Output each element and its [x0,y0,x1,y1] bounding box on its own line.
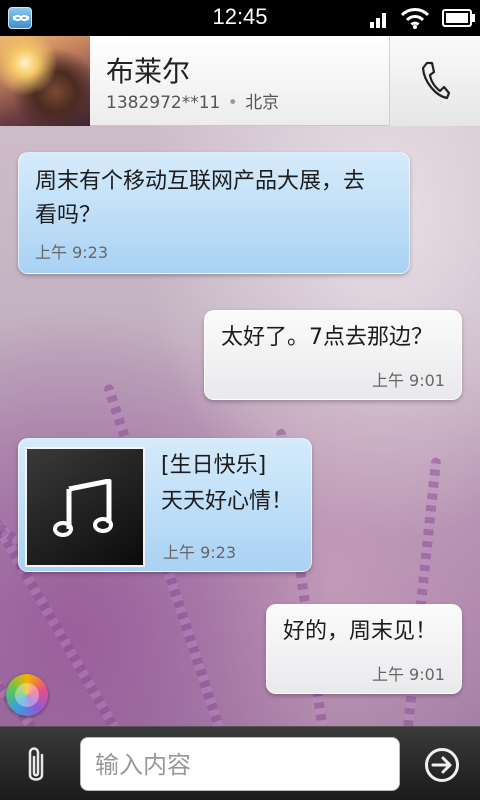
message-bubble-outgoing[interactable]: 太好了。7点去那边？ 上午 9:01 [204,310,462,400]
message-time: 上午 9:01 [371,665,445,684]
phone-icon [421,61,450,100]
message-time: 上午 9:01 [371,371,445,390]
contact-header: 布莱尔 1382972**11 • 北京 [0,36,480,126]
wifi-icon [400,8,430,29]
contact-phone: 1382972**11 [106,93,221,113]
message-bubble-incoming[interactable]: 周末有个移动互联网产品大展，去 看吗？ 上午 9:23 [18,152,410,274]
message-text: 太好了。7点去那边？ [221,325,433,350]
chat-area[interactable]: 周末有个移动互联网产品大展，去 看吗？ 上午 9:23 太好了。7点去那边？ 上午… [0,126,480,726]
signal-icon [370,13,386,28]
message-text: 好的，周末见！ [283,619,438,644]
contact-name: 布莱尔 [106,55,191,88]
contact-info: 1382972**11 • 北京 [106,88,279,113]
call-button[interactable] [389,36,480,126]
music-title: [生日快乐] [161,453,267,478]
music-thumbnail[interactable] [25,447,145,567]
colorful-menu-icon[interactable] [6,674,48,716]
music-message-bubble[interactable]: [生日快乐] 天天好心情！ 上午 9:23 [18,438,312,572]
avatar[interactable] [0,36,90,126]
message-bubble-outgoing[interactable]: 好的，周末见！ 上午 9:01 [266,604,462,694]
message-text: 天天好心情！ [161,489,294,514]
music-note-icon [53,479,113,537]
contact-location: 北京 [245,93,280,113]
message-input[interactable] [95,748,385,782]
paperclip-icon[interactable] [22,745,50,785]
input-bar [0,726,480,800]
message-input-wrapper [80,737,400,791]
battery-icon [442,9,475,27]
message-time: 上午 9:23 [35,243,109,262]
info-separator: • [227,93,238,113]
message-text: 周末有个移动互联网产品大展，去 看吗？ [35,169,366,228]
message-time: 上午 9:23 [163,543,237,562]
send-arrow-icon[interactable] [424,747,460,783]
status-bar: 12:45 [0,0,480,36]
